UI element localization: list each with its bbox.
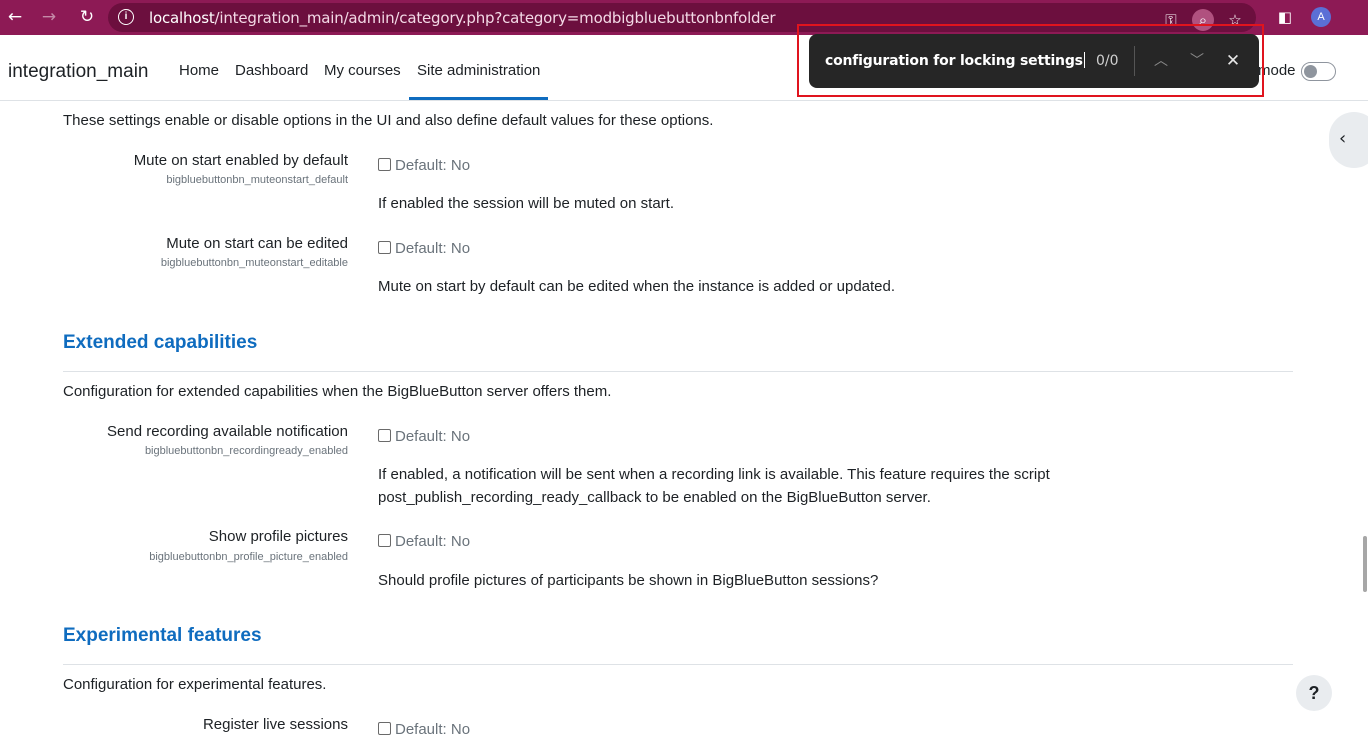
find-close-icon[interactable]: ✕: [1221, 49, 1245, 73]
nav-link-site-administration[interactable]: Site administration: [417, 62, 540, 79]
find-query: configuration for locking settings: [825, 53, 1083, 69]
setting-default: Default: No: [395, 240, 471, 257]
section-divider: [63, 371, 1293, 372]
setting-checkbox[interactable]: [378, 534, 391, 547]
find-next-icon[interactable]: ﹀: [1185, 49, 1209, 73]
edit-mode-toggle[interactable]: [1301, 62, 1336, 81]
nav-link-home[interactable]: Home: [179, 62, 219, 79]
setting-default: Default: No: [395, 428, 471, 445]
reload-icon[interactable]: ↻: [76, 6, 98, 28]
section-intro: Configuration for experimental features.: [63, 676, 327, 693]
setting-key: bigbluebuttonbn_muteonstart_default: [166, 174, 348, 186]
setting-description: Mute on start by default can be edited w…: [378, 278, 896, 295]
setting-label: Send recording available notification: [107, 423, 348, 440]
setting-description: Should profile pictures of participants …: [378, 572, 879, 589]
setting-checkbox[interactable]: [378, 722, 391, 735]
setting-key: bigbluebuttonbn_profile_picture_enabled: [149, 551, 348, 563]
settings-content: These settings enable or disable options…: [0, 101, 1368, 738]
setting-description: If enabled, a notification will be sent …: [378, 466, 1050, 483]
find-previous-icon[interactable]: ︿: [1149, 49, 1173, 73]
url-host: localhost: [149, 9, 215, 27]
section-intro: Configuration for extended capabilities …: [63, 383, 612, 400]
section-title-experimental-features: Experimental features: [63, 625, 262, 646]
setting-default: Default: No: [395, 721, 471, 738]
avatar[interactable]: A: [1311, 7, 1331, 27]
setting-default: Default: No: [395, 533, 471, 550]
setting-description: If enabled the session will be muted on …: [378, 195, 675, 212]
section-divider: [63, 664, 1293, 665]
text-caret: [1083, 52, 1085, 68]
setting-label: Mute on start enabled by default: [133, 152, 348, 169]
url-path: /integration_main/admin/category.php?cat…: [214, 9, 776, 27]
find-bar: configuration for locking settings 0/0 ︿…: [809, 34, 1259, 88]
side-panel-icon[interactable]: ◧: [1274, 6, 1296, 28]
setting-description: post_publish_recording_ready_callback to…: [378, 489, 931, 506]
setting-checkbox[interactable]: [378, 158, 391, 171]
find-input[interactable]: configuration for locking settings: [825, 52, 1085, 69]
toggle-knob: [1304, 65, 1317, 78]
url-text[interactable]: localhost/integration_main/admin/categor…: [149, 9, 776, 27]
find-match-count: 0/0: [1096, 53, 1119, 69]
setting-label: Show profile pictures: [208, 528, 348, 545]
setting-default: Default: No: [395, 157, 471, 174]
setting-key: bigbluebuttonbn_muteonstart_editable: [160, 257, 348, 269]
setting-checkbox[interactable]: [378, 429, 391, 442]
find-divider: [1134, 46, 1135, 76]
site-name[interactable]: integration_main: [8, 61, 148, 83]
forward-icon[interactable]: →: [38, 6, 60, 28]
setting-key: bigbluebuttonbn_recordingready_enabled: [144, 445, 348, 457]
nav-link-dashboard[interactable]: Dashboard: [235, 62, 308, 79]
help-button[interactable]: ?: [1296, 675, 1332, 711]
section-intro: These settings enable or disable options…: [63, 112, 714, 129]
setting-label: Mute on start can be edited: [166, 235, 348, 252]
nav-link-my-courses[interactable]: My courses: [324, 62, 401, 79]
section-title-extended-capabilities: Extended capabilities: [63, 332, 258, 353]
active-nav-indicator: [409, 97, 548, 100]
setting-checkbox[interactable]: [378, 241, 391, 254]
site-info-icon[interactable]: i: [118, 9, 134, 25]
setting-label: Register live sessions: [202, 716, 348, 733]
back-icon[interactable]: ←: [4, 6, 26, 28]
